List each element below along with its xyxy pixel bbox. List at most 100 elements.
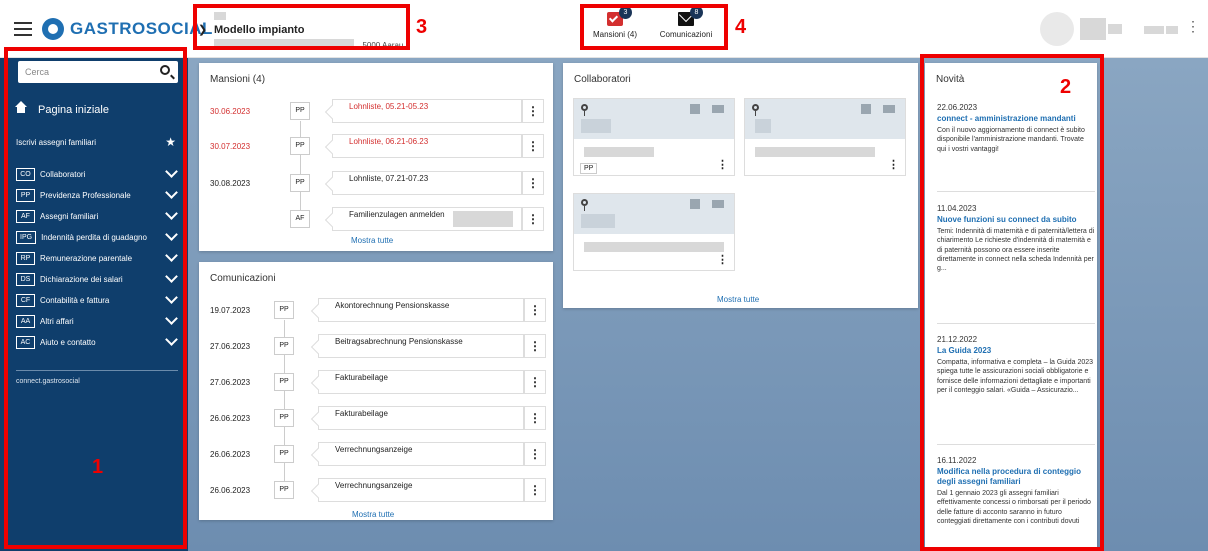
user-name-redacted-3 [1144, 26, 1164, 34]
message-code: PP [274, 337, 294, 355]
more-vertical-icon[interactable]: ⋮ [524, 406, 546, 430]
more-vertical-icon[interactable]: ⋮ [522, 207, 544, 231]
employees-card: Collaboratori PP ⋮ ⋮ ⋮ Mostra tutte [563, 63, 918, 308]
messages-card: Comunicazioni 19.07.2023 PP Akontorechnu… [199, 262, 553, 520]
messages-card-title: Comunicazioni [210, 273, 276, 284]
message-text: Beitragsabrechnung Pensionskasse [335, 337, 463, 346]
task-code: PP [290, 137, 310, 155]
more-vertical-icon[interactable]: ⋮ [717, 253, 728, 266]
user-name-redacted-4 [1166, 26, 1178, 34]
message-date: 26.06.2023 [210, 450, 251, 459]
message-code: PP [274, 445, 294, 463]
task-code: PP [290, 102, 310, 120]
task-code: AF [290, 210, 310, 228]
task-box[interactable]: Lohnliste, 05.21-05.23 [332, 99, 522, 123]
task-code: PP [290, 174, 310, 192]
user-name-redacted-2 [1108, 24, 1122, 34]
more-vertical-icon[interactable]: ⋮ [524, 442, 546, 466]
annotation-box-4 [580, 4, 728, 50]
more-vertical-icon[interactable]: ⋮ [522, 99, 544, 123]
logo-text: GASTROSOCIAL [70, 19, 213, 38]
logo[interactable]: GASTROSOCIAL [42, 18, 213, 40]
envelope-icon[interactable] [712, 105, 724, 113]
task-text: Familienzulagen anmelden [349, 210, 445, 219]
employee-card[interactable]: ⋮ [573, 193, 735, 271]
more-vertical-icon[interactable]: ⋮ [524, 478, 546, 502]
envelope-icon[interactable] [712, 200, 724, 208]
envelope-icon[interactable] [883, 105, 895, 113]
message-date: 27.06.2023 [210, 378, 251, 387]
more-vertical-icon[interactable]: ⋮ [717, 158, 728, 171]
redacted [755, 119, 771, 133]
message-code: PP [274, 373, 294, 391]
message-row[interactable]: 27.06.2023 PP Beitragsabrechnung Pension… [210, 334, 546, 358]
user-name-redacted [1080, 18, 1106, 40]
tasks-show-all-link[interactable]: Mostra tutte [351, 236, 393, 245]
message-text: Fakturabeilage [335, 409, 388, 418]
hamburger-menu-icon[interactable] [14, 22, 32, 36]
message-row[interactable]: 26.06.2023 PP Verrechnungsanzeige ⋮ [210, 442, 546, 466]
message-text: Fakturabeilage [335, 373, 388, 382]
message-code: PP [274, 481, 294, 499]
user-menu-icon[interactable]: ⋮ [1186, 18, 1200, 35]
more-vertical-icon[interactable]: ⋮ [522, 134, 544, 158]
task-row[interactable]: AF Familienzulagen anmelden ⋮ [210, 207, 544, 231]
message-text: Verrechnungsanzeige [335, 445, 413, 454]
task-date: 30.07.2023 [210, 142, 251, 151]
task-box[interactable]: Lohnliste, 07.21-07.23 [332, 171, 522, 195]
task-text: Lohnliste, 05.21-05.23 [349, 102, 429, 111]
task-row[interactable]: 30.06.2023 PP Lohnliste, 05.21-05.23 ⋮ [210, 99, 544, 123]
more-vertical-icon[interactable]: ⋮ [524, 334, 546, 358]
tasks-card-title: Mansioni (4) [210, 74, 266, 85]
redacted [581, 214, 615, 228]
checkbox-icon[interactable] [690, 199, 700, 209]
checkbox-icon[interactable] [861, 104, 871, 114]
message-box[interactable]: Beitragsabrechnung Pensionskasse [318, 334, 524, 358]
more-vertical-icon[interactable]: ⋮ [522, 171, 544, 195]
annotation-number-2: 2 [1060, 76, 1072, 98]
message-box[interactable]: Verrechnungsanzeige [318, 478, 524, 502]
employee-card[interactable]: PP ⋮ [573, 98, 735, 176]
annotation-number-3: 3 [416, 16, 428, 38]
message-text: Akontorechnung Pensionskasse [335, 301, 450, 310]
annotation-number-1: 1 [92, 456, 104, 478]
redacted [584, 242, 724, 252]
message-text: Verrechnungsanzeige [335, 481, 413, 490]
checkbox-icon[interactable] [690, 104, 700, 114]
employees-show-all-link[interactable]: Mostra tutte [717, 295, 759, 304]
employees-card-title: Collaboratori [574, 74, 631, 85]
message-row[interactable]: 26.06.2023 PP Verrechnungsanzeige ⋮ [210, 478, 546, 502]
location-pin-icon [752, 104, 759, 116]
task-box[interactable]: Familienzulagen anmelden [332, 207, 522, 231]
task-date: 30.08.2023 [210, 179, 251, 188]
employee-card[interactable]: ⋮ [744, 98, 906, 176]
task-row[interactable]: 30.07.2023 PP Lohnliste, 06.21-06.23 ⋮ [210, 134, 544, 158]
logo-icon [42, 18, 64, 40]
message-date: 19.07.2023 [210, 306, 251, 315]
message-box[interactable]: Fakturabeilage [318, 370, 524, 394]
redacted [453, 211, 513, 227]
messages-show-all-link[interactable]: Mostra tutte [352, 510, 394, 519]
more-vertical-icon[interactable]: ⋮ [524, 298, 546, 322]
annotation-box-2 [920, 54, 1104, 551]
message-box[interactable]: Fakturabeilage [318, 406, 524, 430]
message-code: PP [274, 301, 294, 319]
location-pin-icon [581, 104, 588, 116]
task-text: Lohnliste, 07.21-07.23 [349, 174, 429, 183]
message-row[interactable]: 26.06.2023 PP Fakturabeilage ⋮ [210, 406, 546, 430]
redacted [581, 119, 611, 133]
task-date: 30.06.2023 [210, 107, 251, 116]
location-pin-icon [581, 199, 588, 211]
message-box[interactable]: Akontorechnung Pensionskasse [318, 298, 524, 322]
more-vertical-icon[interactable]: ⋮ [888, 158, 899, 171]
message-row[interactable]: 19.07.2023 PP Akontorechnung Pensionskas… [210, 298, 546, 322]
avatar[interactable] [1040, 12, 1074, 46]
message-date: 26.06.2023 [210, 414, 251, 423]
message-row[interactable]: 27.06.2023 PP Fakturabeilage ⋮ [210, 370, 546, 394]
more-vertical-icon[interactable]: ⋮ [524, 370, 546, 394]
task-box[interactable]: Lohnliste, 06.21-06.23 [332, 134, 522, 158]
message-box[interactable]: Verrechnungsanzeige [318, 442, 524, 466]
message-date: 27.06.2023 [210, 342, 251, 351]
redacted [584, 147, 654, 157]
task-row[interactable]: 30.08.2023 PP Lohnliste, 07.21-07.23 ⋮ [210, 171, 544, 195]
